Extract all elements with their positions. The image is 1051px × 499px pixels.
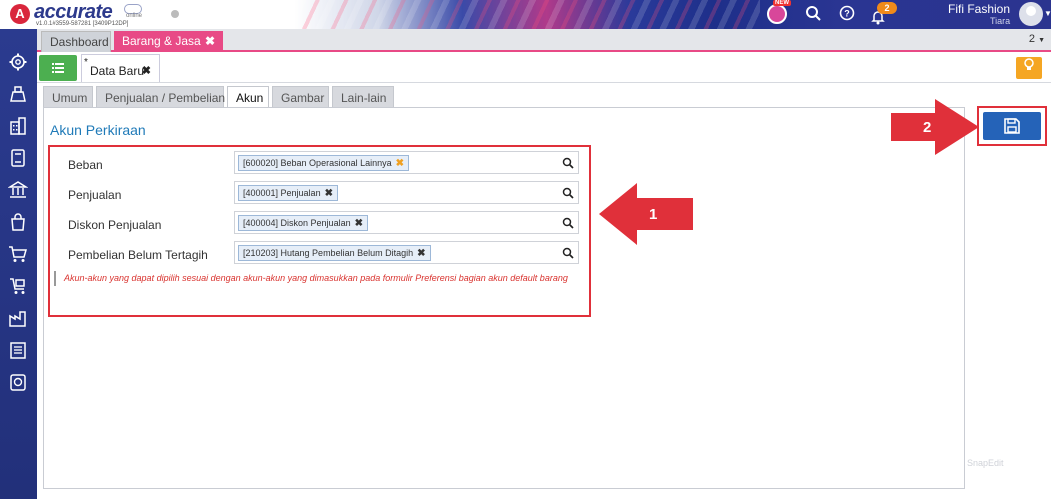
save-button[interactable]: [983, 112, 1041, 140]
list-icon: [52, 62, 64, 74]
status-dot-icon: [171, 10, 179, 18]
remove-chip-icon[interactable]: ✖: [417, 248, 425, 259]
new-badge: NEW: [773, 0, 791, 6]
cart-icon[interactable]: [8, 244, 28, 264]
user-name[interactable]: Fifi Fashion: [948, 2, 1010, 16]
report-icon[interactable]: [8, 340, 28, 360]
search-icon[interactable]: [562, 187, 574, 199]
annotation-arrow-1-label: 1: [649, 206, 657, 223]
factory-icon[interactable]: [8, 308, 28, 328]
account-chip-label: [400004] Diskon Penjualan: [243, 218, 351, 228]
label-pembelian-belum-tertagih: Pembelian Belum Tertagih: [68, 248, 208, 262]
search-icon[interactable]: [804, 5, 822, 23]
finance-icon[interactable]: [8, 372, 28, 392]
search-icon[interactable]: [562, 217, 574, 229]
account-chip: [400001] Penjualan ✖: [238, 185, 338, 201]
account-chip: [600020] Beban Operasional Lainnya ✖: [238, 155, 410, 171]
header-decoration: [300, 0, 760, 29]
tab-akun[interactable]: Akun: [227, 86, 269, 109]
document-tab-data-baru[interactable]: * Data Baru ✖: [81, 54, 160, 82]
akun-panel: Akun Perkiraan Beban [600020] Beban Oper…: [43, 107, 965, 489]
tab-lain-lain[interactable]: Lain-lain: [332, 86, 394, 108]
annotation-arrow-2-label: 2: [923, 119, 931, 136]
tab-umum[interactable]: Umum: [43, 86, 93, 108]
tab-penjualan-pembelian[interactable]: Penjualan / Pembelian: [96, 86, 225, 108]
tab-barang-jasa-label: Barang & Jasa: [122, 34, 201, 48]
info-note: Akun-akun yang dapat dipilih sesuai deng…: [54, 271, 579, 286]
save-button-highlight: [977, 106, 1047, 146]
account-chip-label: [210203] Hutang Pembelian Belum Ditagih: [243, 248, 414, 258]
pembelian-belum-tertagih-account-field[interactable]: [210203] Hutang Pembelian Belum Ditagih ✖: [234, 241, 579, 264]
unsaved-indicator: *: [84, 57, 88, 68]
account-chip-label: [400001] Penjualan: [243, 188, 321, 198]
search-icon[interactable]: [562, 157, 574, 169]
inventory-icon[interactable]: [8, 84, 28, 104]
close-icon[interactable]: ✖: [142, 64, 151, 77]
annotation-highlight-box: Beban [600020] Beban Operasional Lainnya…: [48, 145, 591, 317]
diskon-penjualan-account-field[interactable]: [400004] Diskon Penjualan ✖: [234, 211, 579, 234]
account-chip-label: [600020] Beban Operasional Lainnya: [243, 158, 392, 168]
sales-bag-icon[interactable]: [8, 212, 28, 232]
main-content: * Data Baru ✖ Umum Penjualan / Pembelian…: [37, 52, 1051, 499]
tab-dashboard[interactable]: Dashboard: [41, 31, 111, 52]
divider: [37, 82, 1051, 83]
help-icon[interactable]: ?: [838, 5, 856, 23]
top-bar: A accurate online v1.0.1#3559-587281 [34…: [0, 0, 1051, 29]
list-view-button[interactable]: [39, 55, 77, 81]
module-tab-bar: Dashboard Barang & Jasa ✖ 2 ▼: [37, 29, 1051, 52]
label-diskon-penjualan: Diskon Penjualan: [68, 218, 162, 232]
logo-online-label: online: [126, 13, 143, 19]
watermark: SnapEdit: [967, 458, 1004, 468]
avatar[interactable]: [1019, 2, 1043, 26]
account-chip: [400004] Diskon Penjualan ✖: [238, 215, 368, 231]
account-chip: [210203] Hutang Pembelian Belum Ditagih ✖: [238, 245, 431, 261]
lightbulb-icon[interactable]: [1016, 57, 1042, 79]
save-icon: [1004, 118, 1020, 134]
remove-chip-icon[interactable]: ✖: [396, 158, 404, 169]
chevron-down-icon: ▼: [1038, 37, 1045, 44]
annotation-arrow-1: 1: [599, 183, 693, 245]
svg-text:?: ?: [844, 9, 850, 19]
section-title: Akun Perkiraan: [50, 122, 146, 138]
label-penjualan: Penjualan: [68, 188, 122, 202]
penjualan-account-field[interactable]: [400001] Penjualan ✖: [234, 181, 579, 204]
building-icon[interactable]: [8, 116, 28, 136]
close-icon[interactable]: ✖: [205, 31, 215, 52]
mascot-icon[interactable]: [767, 4, 787, 24]
chevron-down-icon[interactable]: ▼: [1044, 9, 1051, 18]
remove-chip-icon[interactable]: ✖: [325, 188, 333, 199]
notification-count-badge: 2: [877, 2, 897, 14]
user-subtitle: Tiara: [990, 16, 1011, 26]
document-tab-label: Data Baru: [90, 64, 145, 78]
tab-barang-jasa[interactable]: Barang & Jasa ✖: [114, 31, 223, 52]
settings-icon[interactable]: [8, 52, 28, 72]
bank-icon[interactable]: [7, 180, 29, 200]
search-icon[interactable]: [562, 247, 574, 259]
sidebar: [0, 29, 37, 499]
label-beban: Beban: [68, 158, 103, 172]
tab-count-value: 2: [1028, 33, 1035, 45]
accurate-logo-icon[interactable]: A: [10, 4, 30, 24]
remove-chip-icon[interactable]: ✖: [355, 218, 363, 229]
version-label: v1.0.1#3559-587281 [3409P12DP]: [36, 21, 129, 27]
annotation-arrow-2: 2: [891, 99, 979, 155]
tab-gambar[interactable]: Gambar: [272, 86, 329, 108]
tab-count-dropdown[interactable]: 2 ▼: [1029, 33, 1045, 45]
purchase-cart-icon[interactable]: [8, 276, 28, 296]
book-icon[interactable]: [8, 148, 28, 168]
beban-account-field[interactable]: [600020] Beban Operasional Lainnya ✖: [234, 151, 579, 174]
